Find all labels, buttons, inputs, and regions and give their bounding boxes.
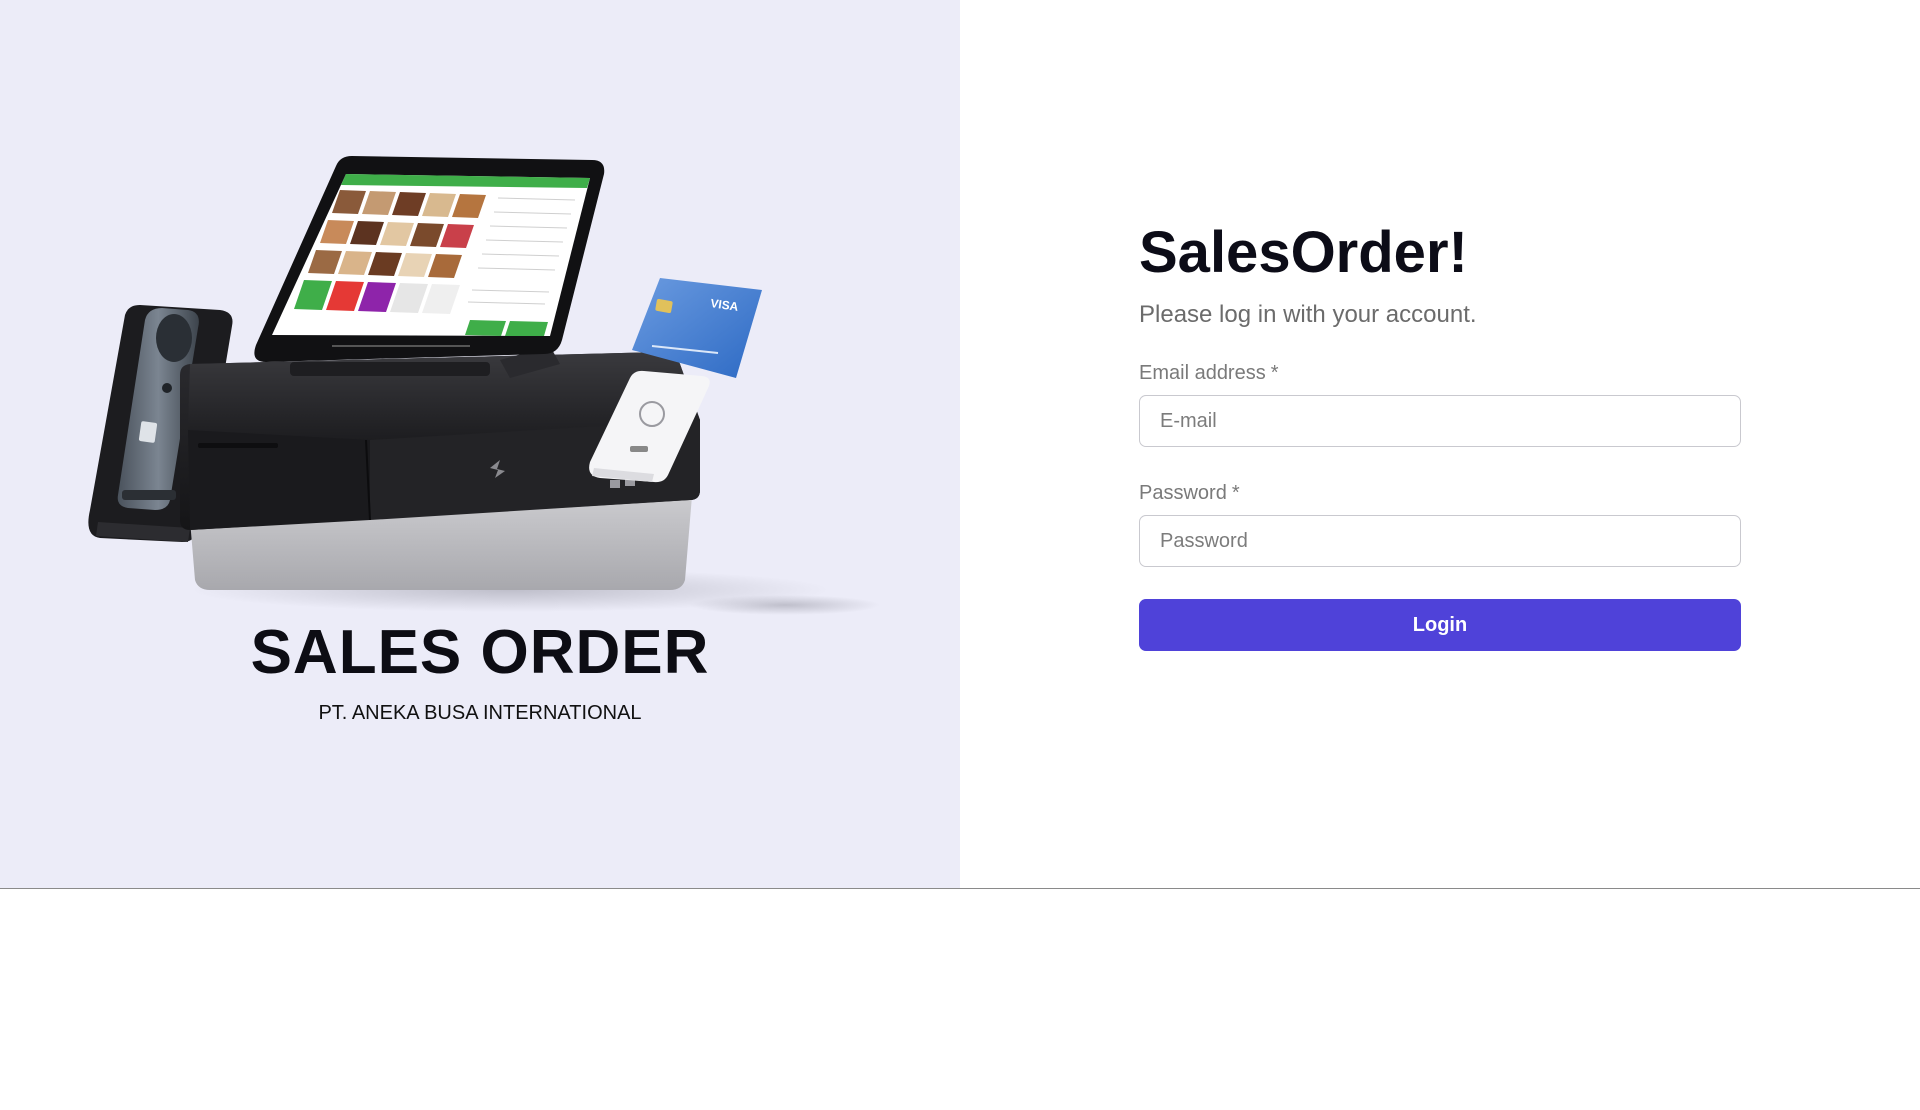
login-panel: SalesOrder! Please log in with your acco… [960, 0, 1920, 888]
email-required-marker: * [1270, 362, 1279, 384]
password-label: Password * [1139, 481, 1741, 505]
email-field[interactable] [1139, 395, 1741, 447]
login-layout: VISA SALES ORDER PT. ANEKA BUSA INTERNAT… [0, 0, 1920, 888]
pos-terminal-illustration: VISA [88, 156, 880, 615]
tablet [254, 156, 605, 362]
email-label: Email address * [1139, 361, 1741, 385]
login-button[interactable]: Login [1139, 599, 1741, 651]
login-title: SalesOrder! [1139, 220, 1468, 285]
brand-title: SALES ORDER [250, 618, 710, 687]
email-label-text: Email address [1139, 362, 1266, 384]
brand-panel: VISA SALES ORDER PT. ANEKA BUSA INTERNAT… [0, 0, 960, 888]
password-required-marker: * [1231, 482, 1240, 504]
login-screen: VISA SALES ORDER PT. ANEKA BUSA INTERNAT… [0, 0, 1920, 1110]
password-field[interactable] [1139, 515, 1741, 567]
login-subtitle: Please log in with your account. [1139, 301, 1477, 328]
password-label-text: Password [1139, 482, 1227, 504]
login-form: SalesOrder! Please log in with your acco… [1139, 215, 1741, 651]
company-name: PT. ANEKA BUSA INTERNATIONAL [318, 702, 642, 724]
page-divider [0, 888, 1920, 889]
